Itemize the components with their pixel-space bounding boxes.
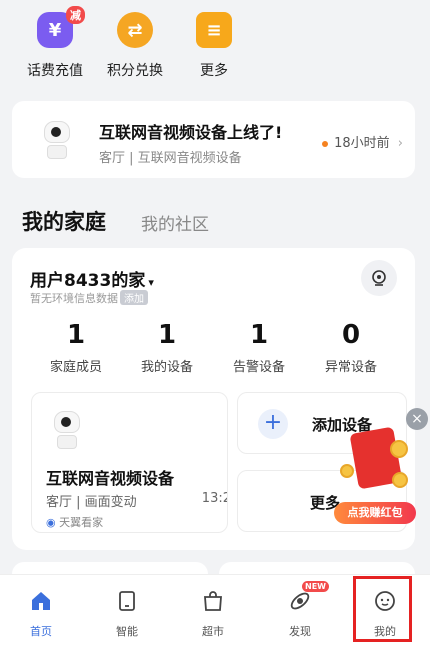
quick-item-recharge[interactable]: ¥ 减 话费充值 xyxy=(10,6,100,80)
notice-time: 18小时前 › xyxy=(322,132,403,151)
plus-icon: + xyxy=(258,409,288,439)
webcam-icon xyxy=(372,270,386,286)
quick-item-label: 积分兑换 xyxy=(107,63,163,79)
camera-device-icon xyxy=(42,121,72,161)
red-packet-promo[interactable]: × 点我赚红包 xyxy=(334,408,428,528)
location-pin-icon: ◉ xyxy=(46,516,56,529)
tab-market[interactable]: 超市 xyxy=(183,589,243,639)
device-time: 13:2 xyxy=(201,491,227,506)
new-badge: NEW xyxy=(302,581,329,592)
shopping-bag-icon xyxy=(204,591,222,611)
device-online-notice[interactable]: 互联网音视频设备上线了! 客厅 | 互联网音视频设备 18小时前 › xyxy=(12,101,415,178)
quick-item-more[interactable]: ≡ 更多 xyxy=(169,12,259,80)
discover-icon xyxy=(290,592,310,610)
family-name-selector[interactable]: 用户8433的家 ▾ xyxy=(30,266,154,291)
promo-label: 点我赚红包 xyxy=(334,502,416,524)
discount-badge: 减 xyxy=(66,6,85,24)
home-icon xyxy=(32,592,50,610)
quick-item-label: 更多 xyxy=(200,63,228,79)
device-name: 互联网音视频设备 xyxy=(46,469,175,488)
tablet-icon xyxy=(119,591,135,611)
stat-my-devices[interactable]: 1 我的设备 xyxy=(122,320,212,375)
quick-item-points-exchange[interactable]: ⇄ 积分兑换 xyxy=(90,12,180,80)
more-list-icon: ≡ xyxy=(196,12,232,48)
quick-item-label: 话费充值 xyxy=(27,63,83,79)
add-environment-tag[interactable]: 添加 xyxy=(120,290,148,305)
device-status: 客厅 | 画面变动 xyxy=(46,495,137,510)
tab-my-home[interactable]: 我的家庭 xyxy=(22,206,106,236)
coin-icon xyxy=(390,440,408,458)
notice-title: 互联网音视频设备上线了! xyxy=(99,123,283,142)
device-card[interactable]: 互联网音视频设备 客厅 | 画面变动 13:2 ◉ 天翼看家 xyxy=(31,392,228,533)
stat-alarm-devices[interactable]: 1 告警设备 xyxy=(214,320,304,375)
environment-info: 暂无环境信息数据 添加 xyxy=(30,290,148,306)
exchange-icon: ⇄ xyxy=(117,12,153,48)
highlight-annotation-box xyxy=(353,576,412,642)
tab-discover[interactable]: NEW 发现 xyxy=(270,581,330,639)
camera-scan-button[interactable] xyxy=(361,260,397,296)
tab-smart[interactable]: 智能 xyxy=(97,589,157,639)
unread-dot-icon xyxy=(322,140,329,147)
stat-family-members[interactable]: 1 家庭成员 xyxy=(31,320,121,375)
tab-my-community[interactable]: 我的社区 xyxy=(141,210,209,235)
quick-services: ¥ 减 话费充值 ⇄ 积分兑换 ≡ 更多 xyxy=(0,0,430,92)
stat-abnormal-devices[interactable]: 0 异常设备 xyxy=(306,320,396,375)
chevron-right-icon: › xyxy=(397,136,403,151)
caret-down-icon: ▾ xyxy=(148,276,154,289)
notice-subtitle: 客厅 | 互联网音视频设备 xyxy=(99,151,242,166)
coin-icon xyxy=(392,472,408,488)
tab-home[interactable]: 首页 xyxy=(11,589,71,639)
camera-device-icon xyxy=(52,411,82,451)
device-source: ◉ 天翼看家 xyxy=(46,516,104,529)
coin-icon xyxy=(340,464,354,478)
close-icon[interactable]: × xyxy=(406,408,428,430)
phone-recharge-icon: ¥ 减 xyxy=(37,6,85,48)
